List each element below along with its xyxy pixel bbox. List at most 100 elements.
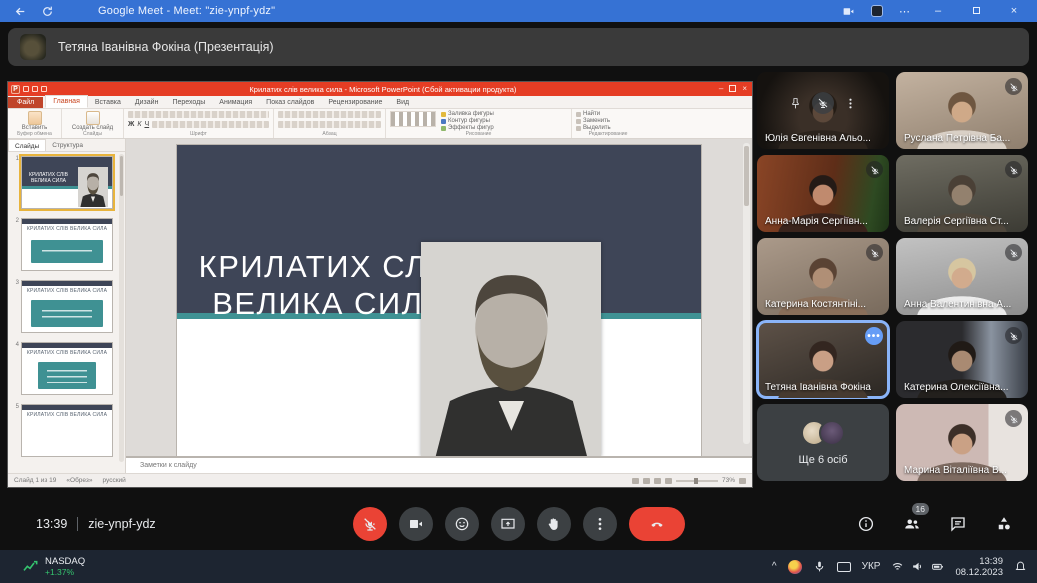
current-slide[interactable]: КРИЛАТИХ СЛІВ ВЕЛИКА СИЛА [177,145,701,456]
italic-button[interactable]: К [137,121,141,128]
underline-button[interactable]: Ч [144,121,149,128]
language-status[interactable]: русский [102,477,125,484]
view-normal-icon[interactable] [632,478,639,484]
tab-camera-icon[interactable] [842,5,855,18]
ribbon-group-clipboard[interactable]: Вставить Буфер обмена [8,109,62,138]
ribbon-group-paragraph[interactable]: Абзац [274,109,386,138]
meeting-details-button[interactable] [855,513,877,535]
mic-toggle-button[interactable] [353,507,387,541]
tab-file[interactable]: Файл [8,97,43,108]
find-button[interactable]: Найти [576,111,640,117]
pin-icon[interactable] [789,97,802,110]
participant-tile[interactable]: Катерина Олексіївна... [896,321,1028,398]
tab-transitions[interactable]: Переходы [165,97,212,108]
shape-fill-button[interactable]: Заливка фигуры [441,111,567,117]
ppt-quick-access-toolbar[interactable]: P [11,85,47,94]
zoom-percentage[interactable]: 73% [722,477,735,484]
view-reading-icon[interactable] [654,478,661,484]
participant-tile[interactable]: Марина Віталіївна В... [896,404,1028,481]
participant-tile[interactable]: Валерія Сергіївна Ст... [896,155,1028,232]
tile-menu-badge[interactable]: ••• [865,327,883,345]
ribbon-group-editing[interactable]: Найти Заменить Выделить Редактирование [572,109,644,138]
present-button[interactable] [491,507,525,541]
presenter-banner[interactable]: Тетяна Іванівна Фокіна (Презентація) [8,28,1029,66]
ppt-maximize-button[interactable] [729,85,736,92]
tile-more-icon[interactable] [844,97,857,110]
participant-tile[interactable]: Юлія Євгенівна Альо... [757,72,889,149]
tray-mic-icon[interactable] [813,560,826,573]
ribbon-group-slides[interactable]: Создать слайд Слайды [62,109,124,138]
slide-thumbnail-3[interactable]: 3 КРИЛАТИХ СЛІВ ВЕЛИКА СИЛА [12,280,117,333]
browser-menu-icon[interactable]: ⋯ [899,5,911,18]
tab-animations[interactable]: Анимация [212,97,259,108]
notifications-bell-icon[interactable] [1014,560,1027,573]
tray-overflow-chevron[interactable]: ^ [772,561,777,572]
raise-hand-button[interactable] [537,507,571,541]
participant-tile[interactable]: Анна-Марія Сергіївн... [757,155,889,232]
touch-keyboard-icon[interactable] [837,562,851,572]
paragraph-controls-row2[interactable] [278,121,381,128]
participant-tile[interactable]: Руслана Петрівна Ба... [896,72,1028,149]
maximize-button[interactable] [965,0,987,22]
ppt-minimize-button[interactable]: – [719,83,723,95]
shape-effects-button[interactable]: Эффекты фигур [441,125,567,131]
minimize-button[interactable]: – [927,0,949,22]
ribbon-group-drawing[interactable]: Заливка фигуры Контур фигуры Эффекты фиг… [386,109,572,138]
font-controls-row[interactable] [128,111,269,118]
participants-button[interactable]: 16 [901,513,923,535]
paragraph-controls-row1[interactable] [278,111,381,118]
tab-insert[interactable]: Вставка [88,97,128,108]
view-sorter-icon[interactable] [643,478,650,484]
tab-home[interactable]: Главная [45,95,88,108]
panel-tab-outline[interactable]: Структура [46,139,89,151]
replace-button[interactable]: Заменить [576,118,640,124]
fit-to-window-icon[interactable] [739,478,746,484]
overflow-participants-tile[interactable]: Ще 6 осіб [757,404,889,481]
back-icon[interactable] [14,5,27,18]
panel-tab-slides[interactable]: Слайды [8,139,46,151]
more-options-button[interactable] [583,507,617,541]
bold-button[interactable]: Ж [128,121,134,128]
taskbar-stocks-widget[interactable]: NASDAQ +1.37% [22,556,85,577]
slide-thumbnail-1[interactable]: 1 КРИЛАТИХ СЛІВВЕЛИКА СИЛА [12,156,117,209]
camera-toggle-button[interactable] [399,507,433,541]
tab-slideshow[interactable]: Показ слайдов [259,97,321,108]
font-style-buttons[interactable]: Ж К Ч [128,121,269,128]
tray-app-icon[interactable] [788,560,802,574]
shape-outline-button[interactable]: Контур фигуры [441,118,567,124]
save-icon[interactable] [23,86,29,92]
ppt-close-button[interactable]: × [742,83,747,95]
slide-thumbnail-5[interactable]: 5 КРИЛАТИХ СЛІВ ВЕЛИКА СИЛА [12,404,117,457]
zoom-slider[interactable] [676,480,718,482]
refresh-icon[interactable] [41,5,54,18]
font-extra-buttons[interactable] [152,121,269,128]
participant-tile[interactable]: Анна Валентинівна А... [896,238,1028,315]
tab-review[interactable]: Рецензирование [321,97,389,108]
view-slideshow-icon[interactable] [665,478,672,484]
slide-thumbnail-4[interactable]: 4 КРИЛАТИХ СЛІВ ВЕЛИКА СИЛА [12,342,117,395]
thumbnails-scrollbar[interactable] [119,154,124,462]
language-indicator[interactable]: УКР [862,561,881,572]
tab-view[interactable]: Вид [389,97,416,108]
shapes-gallery[interactable] [390,111,436,127]
ppt-slide-editor[interactable]: КРИЛАТИХ СЛІВ ВЕЛИКА СИЛА [126,139,752,456]
participant-tile-active-speaker[interactable]: ••• Тетяна Іванівна Фокіна [757,321,889,398]
taskbar-clock[interactable]: 13:39 08.12.2023 [955,556,1003,578]
reactions-button[interactable] [445,507,479,541]
ribbon-group-font[interactable]: Ж К Ч Шрифт [124,109,274,138]
select-button[interactable]: Выделить [576,125,640,131]
activities-button[interactable] [993,513,1015,535]
ppt-notes-pane[interactable]: Заметки к слайду [126,456,752,473]
leave-call-button[interactable] [629,507,685,541]
new-slide-button[interactable] [86,111,100,125]
editor-scrollbar[interactable] [743,143,750,444]
chat-button[interactable] [947,513,969,535]
mute-button[interactable] [812,92,834,114]
tab-design[interactable]: Дизайн [128,97,166,108]
paste-button[interactable] [28,111,42,125]
slide-thumbnail-2[interactable]: 2 КРИЛАТИХ СЛІВ ВЕЛИКА СИЛА [12,218,117,271]
system-tray-icons[interactable] [891,560,944,573]
undo-icon[interactable] [32,86,38,92]
participant-tile[interactable]: Катерина Костянтіні... [757,238,889,315]
site-app-icon[interactable] [871,5,883,17]
